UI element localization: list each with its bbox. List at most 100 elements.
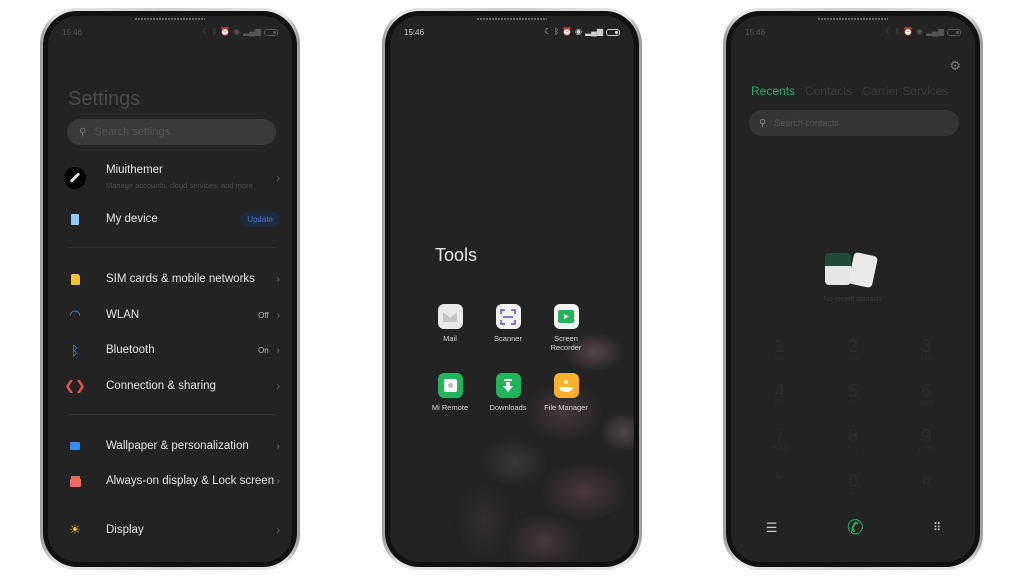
app-mail[interactable]: Mail [422, 304, 478, 343]
settings-item-bluetooth[interactable]: ᛒ Bluetooth On › [62, 339, 280, 361]
dialpad-icon[interactable]: ⠿ [933, 521, 941, 534]
key-2[interactable]: 2 ABC [816, 336, 889, 372]
settings-item-wlan[interactable]: ◠ WLAN Off › [62, 304, 280, 326]
key-digit: 4 [774, 381, 785, 401]
phone-bezel: 15:46 ☾ ᛒ ⏰ ◉ ▂▄▆ ⚙ Recents Contacts Car… [726, 11, 980, 567]
wallpaper-icon [64, 435, 86, 457]
phone-tools: 15:46 ☾ ᛒ ⏰ ◉ ▂▄▆ Tools Mail Scanner Scr… [382, 8, 642, 570]
screen-recorder-icon [553, 304, 579, 329]
bluetooth-icon: ᛒ [554, 27, 560, 36]
key-digit: 3 [921, 336, 932, 356]
signal-icon: ▂▄▆ [585, 27, 603, 36]
settings-item-wallpaper[interactable]: Wallpaper & personalization › [62, 435, 280, 457]
settings-item-label: Display [106, 523, 144, 536]
search-icon: ⚲ [79, 126, 87, 138]
search-contacts-input[interactable]: ⚲ Search contacts [749, 110, 959, 136]
my-device-row[interactable]: My device Update [62, 208, 280, 230]
key-4[interactable]: 4 GHI [743, 381, 816, 417]
key-letters: QO [775, 356, 785, 362]
account-name: Miuithemer [106, 164, 163, 176]
scanner-icon [495, 304, 521, 329]
tab-contacts[interactable]: Contacts [805, 84, 852, 98]
settings-item-label: SIM cards & mobile networks [106, 272, 255, 285]
chevron-right-icon: › [276, 172, 280, 184]
app-scanner[interactable]: Scanner [480, 304, 536, 343]
data-saver-icon: ◉ [233, 27, 241, 36]
status-icons: ☾ ᛒ ⏰ ◉ ▂▄▆ [885, 28, 961, 36]
key-letters: + [851, 491, 855, 497]
contact-card-icon [847, 251, 879, 289]
my-device-label: My device [106, 212, 158, 225]
key-1[interactable]: 1 QO [743, 336, 816, 372]
settings-item-label: Always-on display & Lock screen [106, 474, 275, 487]
status-bar: 15:46 ☾ ᛒ ⏰ ◉ ▂▄▆ [62, 26, 278, 38]
file-manager-icon [553, 373, 579, 398]
divider [68, 247, 276, 248]
connection-sharing-icon: ❮❯ [64, 378, 86, 393]
key-letters: PQRS [771, 446, 788, 452]
key-digit: 6 [921, 381, 932, 401]
settings-item-display[interactable]: ☀ Display › [62, 519, 280, 541]
chevron-right-icon: › [276, 475, 280, 487]
status-time: 15:46 [62, 27, 83, 37]
settings-gear-icon[interactable]: ⚙ [949, 58, 961, 74]
app-mi-remote[interactable]: Mi Remote [422, 373, 478, 412]
app-label: Scanner [494, 334, 522, 343]
key-letters: JKL [847, 401, 859, 407]
key-hash[interactable]: # [890, 471, 963, 507]
key-letters: GHI [774, 401, 785, 407]
app-downloads[interactable]: Downloads [480, 373, 536, 412]
empty-contacts-illustration [825, 251, 881, 291]
key-digit: * [776, 471, 784, 491]
account-text: Miuithemer Manage accounts, cloud servic… [106, 164, 277, 192]
settings-item-lock-screen[interactable]: Always-on display & Lock screen › [62, 470, 280, 492]
sim-card-icon [64, 268, 86, 290]
lock-icon [64, 470, 86, 492]
search-icon: ⚲ [759, 117, 767, 129]
dialer-screen: 15:46 ☾ ᛒ ⏰ ◉ ▂▄▆ ⚙ Recents Contacts Car… [731, 16, 975, 562]
chevron-right-icon: › [276, 440, 280, 452]
page-title: Settings [68, 88, 141, 110]
settings-item-connection-sharing[interactable]: ❮❯ Connection & sharing › [62, 375, 280, 397]
key-6[interactable]: 6 MNO [890, 381, 963, 417]
dialer-tabs: Recents Contacts Carrier Services [751, 84, 948, 98]
key-9[interactable]: 9 WXYZ [890, 426, 963, 462]
app-label: Screen Recorder [550, 334, 582, 352]
call-icon[interactable]: ✆ [847, 515, 864, 540]
account-row[interactable]: Miuithemer Manage accounts, cloud servic… [62, 164, 280, 192]
key-3[interactable]: 3 DEF [890, 336, 963, 372]
key-star[interactable]: *, [743, 471, 816, 507]
empty-state-text: No recent contacts [823, 296, 883, 303]
tab-recents[interactable]: Recents [751, 84, 795, 98]
battery-icon [264, 28, 278, 36]
account-subtitle: Manage accounts, cloud services, and mor… [106, 181, 253, 190]
search-settings-input[interactable]: ⚲ Search settings [67, 119, 276, 145]
phone-dialer: 15:46 ☾ ᛒ ⏰ ◉ ▂▄▆ ⚙ Recents Contacts Car… [723, 8, 983, 570]
bluetooth-icon: ᛒ [895, 27, 901, 36]
signal-icon: ▂▄▆ [926, 27, 944, 36]
app-file-manager[interactable]: File Manager [538, 373, 594, 412]
key-5[interactable]: 5 JKL [816, 381, 889, 417]
key-letters: MNO [919, 401, 933, 407]
key-8[interactable]: 8 TUV [816, 426, 889, 462]
wlan-status: Off [258, 310, 269, 320]
key-digit: 9 [921, 426, 932, 446]
key-digit: 5 [847, 381, 858, 401]
earpiece-speaker [135, 18, 205, 20]
key-7[interactable]: 7 PQRS [743, 426, 816, 462]
contact-card-icon [825, 253, 851, 285]
app-screen-recorder[interactable]: Screen Recorder [538, 304, 594, 352]
key-digit: 1 [774, 336, 785, 356]
menu-icon[interactable]: ☰ [766, 520, 778, 536]
home-screen: 15:46 ☾ ᛒ ⏰ ◉ ▂▄▆ Tools Mail Scanner Scr… [390, 16, 634, 562]
update-button[interactable]: Update [240, 211, 280, 227]
dialer-action-bar: ☰ ✆ ⠿ [731, 515, 975, 540]
sun-icon: ☀ [69, 522, 81, 537]
settings-item-sim[interactable]: SIM cards & mobile networks › [62, 268, 280, 290]
tab-carrier-services[interactable]: Carrier Services [862, 84, 948, 98]
app-label: Downloads [489, 403, 527, 412]
key-digit: # [921, 471, 932, 491]
chevron-right-icon: › [276, 309, 280, 321]
settings-item-label: Wallpaper & personalization [106, 439, 249, 452]
key-0[interactable]: 0 + [816, 471, 889, 507]
